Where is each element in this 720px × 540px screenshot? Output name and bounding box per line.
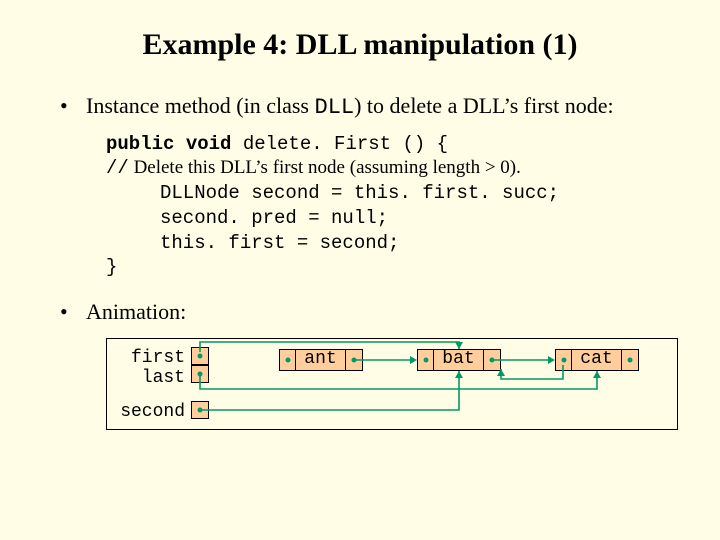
head-second [191, 401, 209, 419]
node-bat: bat [417, 349, 501, 371]
dot-icon [198, 371, 203, 376]
code-block: public void delete. First () { // Delete… [106, 132, 674, 281]
code-l4: second. pred = null; [106, 207, 388, 231]
bullet1-dll: DLL [315, 95, 355, 120]
dot-icon [628, 357, 633, 362]
node-cat: cat [555, 349, 639, 371]
bullet2-text: Animation: [86, 299, 186, 324]
node-cat-label: cat [572, 350, 621, 370]
dll-diagram: first last second ant bat [106, 338, 678, 430]
bullet-animation: Animation: first last second ant bat [60, 298, 674, 430]
code-l1b: delete. First () { [231, 133, 448, 155]
node-ant: ant [279, 349, 363, 371]
code-kw-public-void: public void [106, 133, 231, 155]
node-ant-label: ant [296, 350, 345, 370]
code-l5: this. first = second; [106, 232, 399, 256]
code-comment-text: Delete this DLL’s first node (assuming l… [129, 157, 521, 178]
dot-icon [490, 357, 495, 362]
code-l6: } [106, 256, 117, 278]
code-comment-slashes: // [106, 157, 129, 179]
node-bat-label: bat [434, 350, 483, 370]
bullet1-part-a: Instance method (in class [86, 93, 315, 118]
head-last [191, 365, 209, 383]
bullet1-part-b: ) to delete a DLL’s first node: [354, 93, 613, 118]
dot-icon [562, 357, 567, 362]
label-last: last [115, 367, 185, 390]
head-first [191, 347, 209, 365]
slide-title: Example 4: DLL manipulation (1) [46, 28, 674, 62]
label-second: second [115, 401, 185, 424]
code-l3: DLLNode second = this. first. succ; [106, 182, 559, 206]
dot-icon [286, 357, 291, 362]
bullet-instance-method: Instance method (in class DLL) to delete… [60, 92, 674, 280]
dot-icon [352, 357, 357, 362]
dot-icon [198, 407, 203, 412]
dot-icon [424, 357, 429, 362]
dot-icon [198, 353, 203, 358]
